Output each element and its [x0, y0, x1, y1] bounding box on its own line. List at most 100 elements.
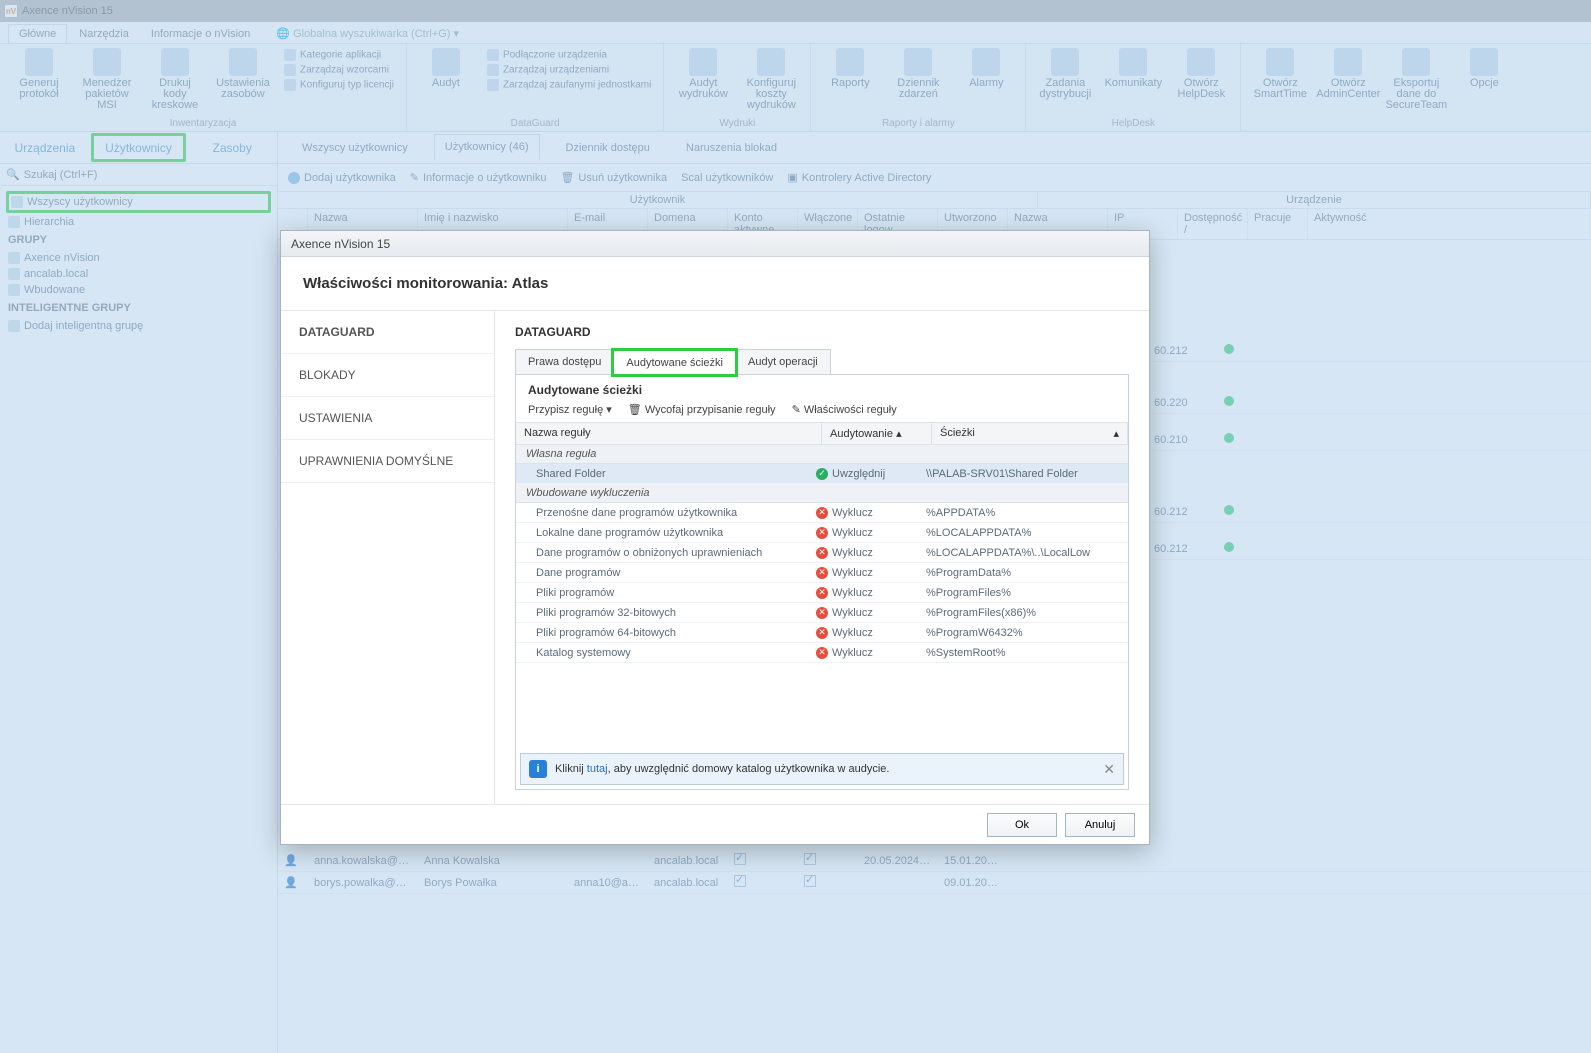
rule-path: %LOCALAPPDATA%: [926, 527, 1128, 539]
open-smarttime-button[interactable]: Otwórz SmartTime: [1251, 48, 1309, 100]
subtab-lock-violations[interactable]: Naruszenia blokad: [676, 136, 787, 160]
rule-row[interactable]: Dane programów ✕Wyklucz %ProgramData%: [516, 563, 1128, 583]
manage-devices-link[interactable]: Zarządzaj urządzeniami: [485, 63, 653, 77]
dist-tasks-button[interactable]: Zadania dystrybucji: [1036, 48, 1094, 100]
col-activity[interactable]: Aktywność: [1308, 209, 1591, 239]
license-type-link[interactable]: Konfiguruj typ licencji: [282, 78, 396, 92]
subtab-users-count[interactable]: Użytkownicy (46): [434, 134, 540, 161]
cancel-button[interactable]: Anuluj: [1065, 813, 1135, 837]
open-admincenter-button[interactable]: Otwórz AdminCenter: [1319, 48, 1377, 100]
global-search[interactable]: 🌐 Globalna wyszukiwarka (Ctrl+G) ▾: [268, 24, 467, 43]
nav-item-locks[interactable]: BLOKADY: [281, 354, 494, 397]
withdraw-rule-button[interactable]: 🗑 Wycofaj przypisanie reguły: [628, 403, 776, 416]
delete-user-button[interactable]: 🗑Usuń użytkownika: [560, 171, 667, 184]
reports-button[interactable]: Raporty: [821, 48, 879, 89]
user-info-button[interactable]: ✎Informacje o użytkowniku: [410, 171, 547, 184]
rule-properties-button[interactable]: ✎ Właściwości reguły: [792, 403, 897, 416]
tree-add-smart-group[interactable]: Dodaj inteligentną grupę: [6, 318, 271, 334]
rule-row[interactable]: Shared Folder ✓Uwzględnij \\PALAB-SRV01\…: [516, 464, 1128, 484]
manage-patterns-link[interactable]: Zarządzaj wzorcami: [282, 63, 396, 77]
list-icon: [284, 49, 296, 61]
panel-title: DATAGUARD: [515, 325, 1129, 339]
subtab-access-log[interactable]: Dziennik dostępu: [556, 136, 660, 160]
asset-settings-button[interactable]: Ustawienia zasobów: [214, 48, 272, 100]
messages-button[interactable]: Komunikaty: [1104, 48, 1162, 89]
rule-path: %ProgramFiles(x86)%: [926, 607, 1128, 619]
dialog-titlebar: Axence nVision 15: [281, 231, 1149, 257]
dialog-nav: DATAGUARD BLOKADY USTAWIENIA UPRAWNIENIA…: [281, 311, 495, 804]
audit-button[interactable]: Audyt: [417, 48, 475, 89]
search-input[interactable]: [24, 169, 271, 181]
hierarchy-icon: [8, 216, 20, 228]
rule-row[interactable]: Dane programów o obniżonych uprawnieniac…: [516, 543, 1128, 563]
printer-icon: [161, 48, 189, 76]
rule-row[interactable]: Pliki programów 64-bitowych ✕Wyklucz %Pr…: [516, 623, 1128, 643]
trusted-units-link[interactable]: Zarządzaj zaufanymi jednostkami: [485, 78, 653, 92]
connected-devices-link[interactable]: Podłączone urządzenia: [485, 48, 653, 62]
open-helpdesk-button[interactable]: Otwórz HelpDesk: [1172, 48, 1230, 100]
col-auditing[interactable]: Audytowanie ▴: [822, 423, 932, 444]
col-paths[interactable]: Ścieżki ▴: [932, 423, 1128, 444]
merge-users-button[interactable]: Scal użytkowników: [681, 172, 773, 184]
subtab-all-users[interactable]: Wszyscy użytkownicy: [292, 136, 418, 160]
user-icon: 👤: [284, 877, 298, 889]
rule-row[interactable]: Lokalne dane programów użytkownika ✕Wykl…: [516, 523, 1128, 543]
window-titlebar: nV Axence nVision 15: [0, 0, 1591, 22]
nav-assets[interactable]: Zasoby: [187, 132, 277, 163]
table-row[interactable]: 👤 anna.kowalska@ancal... Anna Kowalska a…: [278, 850, 1591, 872]
tree-group-axence[interactable]: Axence nVision: [6, 250, 271, 266]
options-button[interactable]: Opcje: [1455, 48, 1513, 89]
rule-row[interactable]: Katalog systemowy ✕Wyklucz %SystemRoot%: [516, 643, 1128, 663]
gen-protocol-button[interactable]: Generuj protokół: [10, 48, 68, 100]
checkbox[interactable]: [734, 875, 746, 887]
app-categories-link[interactable]: Kategorie aplikacji: [282, 48, 396, 62]
checkbox[interactable]: [804, 875, 816, 887]
status-dot-icon: [1224, 344, 1234, 354]
rule-path: %LOCALAPPDATA%\..\LocalLow: [926, 547, 1128, 559]
tree-group-builtin[interactable]: Wbudowane: [6, 282, 271, 298]
print-audit-button[interactable]: Audyt wydruków: [674, 48, 732, 100]
nav-devices[interactable]: Urządzenia: [0, 132, 90, 163]
ribbon-tab-about[interactable]: Informacje o nVision: [141, 25, 260, 43]
add-user-button[interactable]: Dodaj użytkownika: [288, 172, 396, 184]
list-icon: [284, 79, 296, 91]
search-row[interactable]: 🔍: [0, 164, 277, 186]
printer-icon: [689, 48, 717, 76]
alarms-button[interactable]: Alarmy: [957, 48, 1015, 89]
globe-icon: 🌐: [276, 28, 290, 40]
nav-users[interactable]: Użytkownicy: [91, 133, 187, 162]
export-secureteam-button[interactable]: Eksportuj dane do SecureTeam: [1387, 48, 1445, 111]
msi-manager-button[interactable]: Menedżer pakietów MSI: [78, 48, 136, 111]
tab-audited-paths[interactable]: Audytowane ścieżki: [613, 350, 736, 375]
tree-all-users[interactable]: Wszyscy użytkownicy: [6, 191, 271, 213]
rule-row[interactable]: Pliki programów ✕Wyklucz %ProgramFiles%: [516, 583, 1128, 603]
tree-hierarchy[interactable]: Hierarchia: [6, 214, 271, 230]
col-availability[interactable]: Dostępność /: [1178, 209, 1248, 239]
megaphone-icon: [1119, 48, 1147, 76]
rule-row[interactable]: Pliki programów 32-bitowych ✕Wyklucz %Pr…: [516, 603, 1128, 623]
section-builtin-excl: Wbudowane wykluczenia: [516, 484, 1128, 503]
assign-rule-button[interactable]: Przypisz regułę ▾: [528, 403, 612, 416]
rule-row[interactable]: Przenośne dane programów użytkownika ✕Wy…: [516, 503, 1128, 523]
close-info-button[interactable]: ✕: [1103, 761, 1115, 778]
nav-item-dataguard[interactable]: DATAGUARD: [281, 311, 494, 354]
print-barcodes-button[interactable]: Drukuj kody kreskowe: [146, 48, 204, 111]
info-link[interactable]: tutaj: [587, 763, 608, 775]
tree-group-ancalab[interactable]: ancalab.local: [6, 266, 271, 282]
tab-access-rights[interactable]: Prawa dostępu: [515, 349, 614, 374]
ribbon-tab-main[interactable]: Główne: [8, 24, 67, 43]
table-row[interactable]: 👤 borys.powalka@ancal... Borys Powałka a…: [278, 872, 1591, 894]
nav-item-settings[interactable]: USTAWIENIA: [281, 397, 494, 440]
ad-controllers-button[interactable]: ▣Kontrolery Active Directory: [787, 171, 931, 184]
col-working[interactable]: Pracuje: [1248, 209, 1308, 239]
tab-operation-audit[interactable]: Audyt operacji: [735, 349, 831, 374]
event-log-button[interactable]: Dziennik zdarzeń: [889, 48, 947, 100]
sort-asc-icon: ▴: [1113, 427, 1119, 440]
nav-item-default-permissions[interactable]: UPRAWNIENIA DOMYŚLNE: [281, 440, 494, 483]
print-costs-button[interactable]: Konfiguruj koszty wydruków: [742, 48, 800, 111]
ok-button[interactable]: Ok: [987, 813, 1057, 837]
checkbox[interactable]: [734, 853, 746, 865]
ribbon-tab-tools[interactable]: Narzędzia: [69, 25, 139, 43]
col-rule-name[interactable]: Nazwa reguły: [516, 423, 822, 444]
checkbox[interactable]: [804, 853, 816, 865]
